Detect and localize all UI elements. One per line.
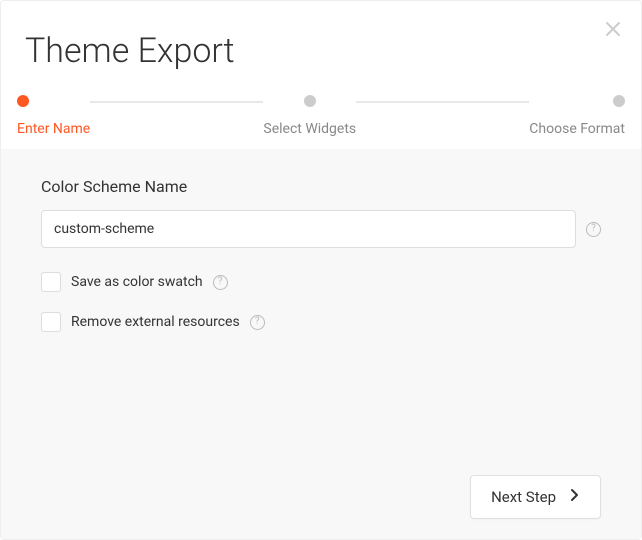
step-dot-icon xyxy=(613,95,625,107)
step-enter-name[interactable]: Enter Name xyxy=(17,95,90,137)
save-swatch-checkbox[interactable] xyxy=(41,272,61,292)
step-choose-format[interactable]: Choose Format xyxy=(529,95,625,137)
scheme-name-row: ? xyxy=(41,210,601,248)
remove-external-checkbox[interactable] xyxy=(41,312,61,332)
step-label: Select Widgets xyxy=(263,121,356,137)
step-label: Choose Format xyxy=(529,121,625,137)
help-icon[interactable]: ? xyxy=(250,315,265,330)
step-connector xyxy=(356,101,529,103)
step-dot-icon xyxy=(17,95,29,107)
modal-body: Color Scheme Name ? Save as color swatch… xyxy=(1,149,641,539)
wizard-steps: Enter Name Select Widgets Choose Format xyxy=(1,75,641,149)
step-dot-icon xyxy=(304,95,316,107)
remove-external-row: Remove external resources ? xyxy=(41,312,601,332)
save-swatch-row: Save as color swatch ? xyxy=(41,272,601,292)
next-step-label: Next Step xyxy=(491,488,556,506)
theme-export-modal: Theme Export Enter Name Select Widgets C… xyxy=(0,0,642,540)
close-icon xyxy=(603,19,623,39)
scheme-name-input[interactable] xyxy=(41,210,576,248)
modal-title: Theme Export xyxy=(1,1,641,75)
help-icon[interactable]: ? xyxy=(586,222,601,237)
step-label: Enter Name xyxy=(17,121,90,137)
next-step-button[interactable]: Next Step xyxy=(470,475,601,519)
close-button[interactable] xyxy=(603,19,623,39)
scheme-name-label: Color Scheme Name xyxy=(41,177,601,196)
remove-external-label: Remove external resources xyxy=(71,314,240,330)
step-connector xyxy=(90,101,263,103)
modal-footer: Next Step xyxy=(41,455,601,519)
chevron-right-icon xyxy=(570,488,580,506)
help-icon[interactable]: ? xyxy=(213,275,228,290)
save-swatch-label: Save as color swatch xyxy=(71,274,203,290)
step-select-widgets[interactable]: Select Widgets xyxy=(263,95,356,137)
